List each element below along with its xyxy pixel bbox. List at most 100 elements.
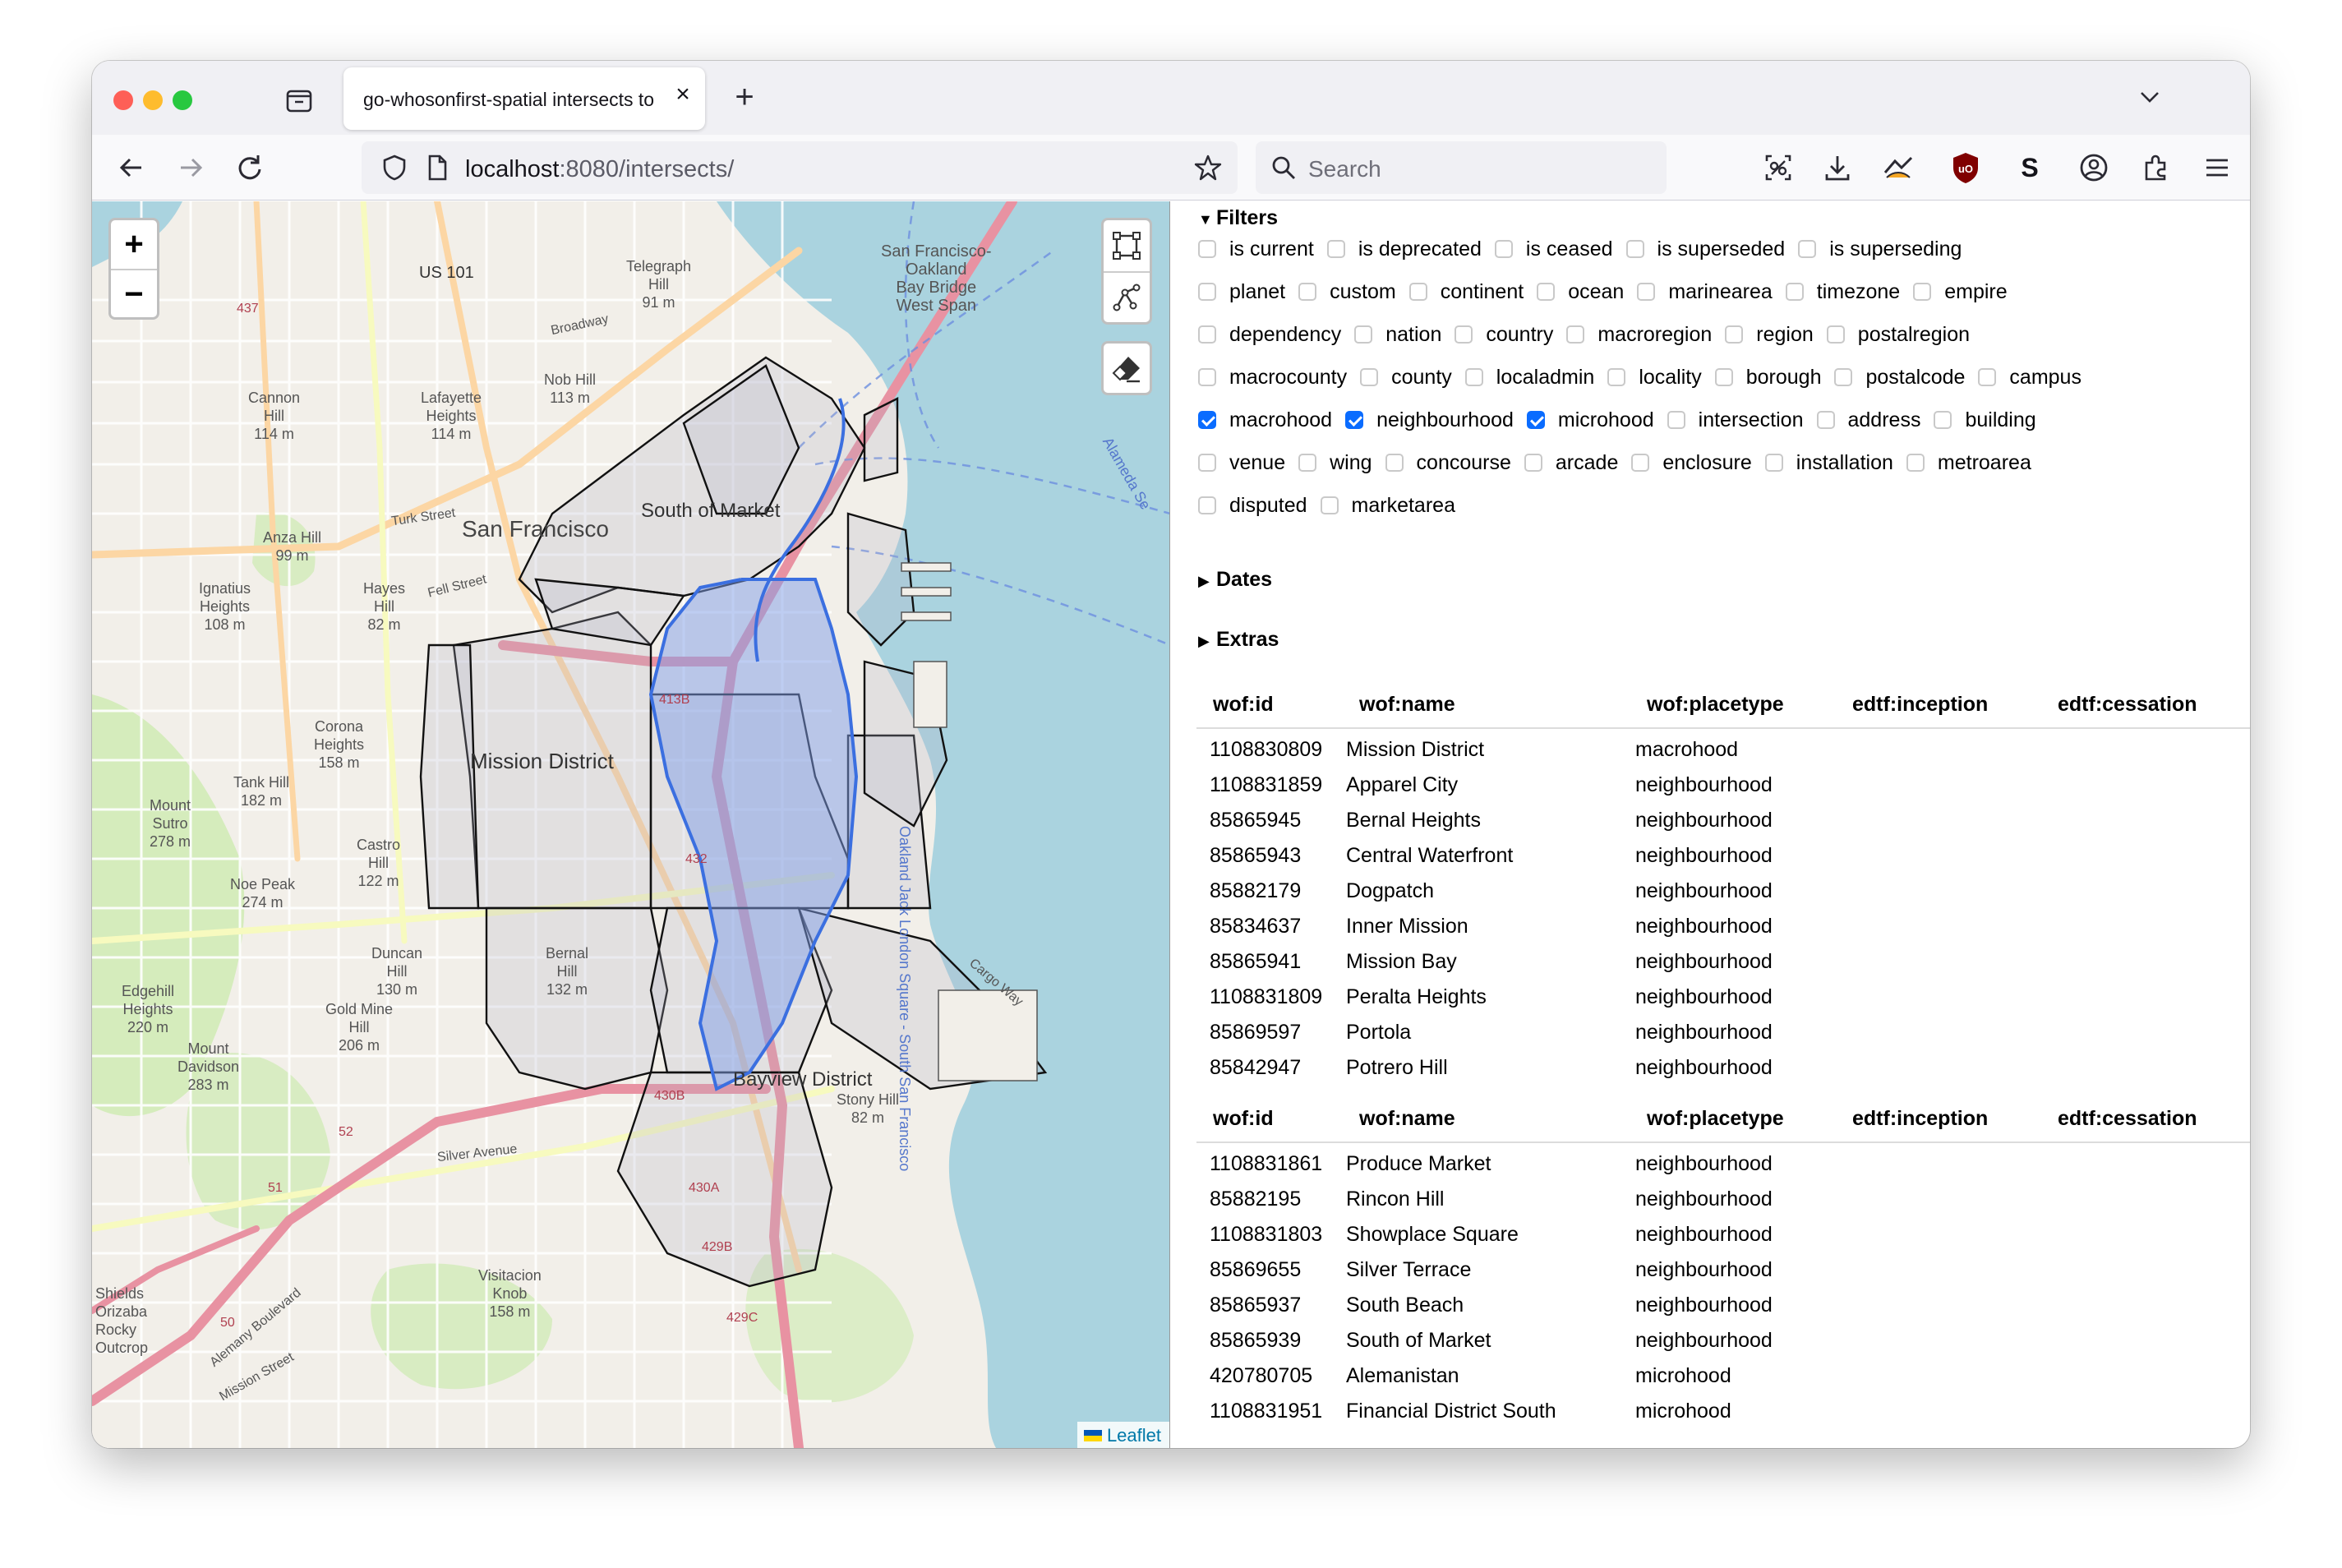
checkbox-box[interactable]	[1354, 325, 1373, 344]
bookmark-star-icon[interactable]	[1193, 153, 1223, 182]
checkbox-box[interactable]	[1714, 368, 1733, 386]
checkbox-box[interactable]	[1198, 411, 1216, 429]
checkbox-box[interactable]	[1198, 325, 1216, 344]
checkbox-label[interactable]: concourse	[1417, 451, 1511, 475]
filter-neighbourhood-checkbox[interactable]: neighbourhood	[1345, 408, 1514, 432]
table-row[interactable]: 85869597 Portola neighbourhood	[1196, 1014, 2250, 1049]
filter-postalregion-checkbox[interactable]: postalregion	[1826, 323, 1970, 347]
filter-installation-checkbox[interactable]: installation	[1764, 451, 1893, 475]
checkbox-box[interactable]	[1566, 325, 1585, 344]
checkbox-box[interactable]	[1725, 325, 1744, 344]
table-row[interactable]: 85882195 Rincon Hill neighbourhood	[1196, 1181, 2250, 1216]
table-row[interactable]: 85865943 Central Waterfront neighbourhood	[1196, 837, 2250, 873]
new-tab-button[interactable]: +	[728, 81, 761, 113]
table-row[interactable]: 85882179 Dogpatch neighbourhood	[1196, 873, 2250, 908]
checkbox-label[interactable]: disputed	[1229, 494, 1307, 518]
filter-macrohood-checkbox[interactable]: macrohood	[1198, 408, 1332, 432]
filter-concourse-checkbox[interactable]: concourse	[1385, 451, 1511, 475]
filter-locality-checkbox[interactable]: locality	[1607, 366, 1702, 390]
checkbox-box[interactable]	[1764, 454, 1783, 472]
checkbox-box[interactable]	[1360, 368, 1379, 386]
column-header[interactable]: wof:id	[1213, 1107, 1274, 1131]
filter-localadmin-checkbox[interactable]: localadmin	[1464, 366, 1595, 390]
checkbox-label[interactable]: timezone	[1817, 280, 1900, 304]
table-row[interactable]: 85842947 Potrero Hill neighbourhood	[1196, 1049, 2250, 1085]
column-header[interactable]: edtf:inception	[1852, 1107, 1988, 1131]
checkbox-box[interactable]	[1913, 283, 1932, 301]
checkbox-label[interactable]: continent	[1441, 280, 1524, 304]
checkbox-box[interactable]	[1345, 411, 1364, 429]
checkbox-label[interactable]: locality	[1639, 366, 1701, 390]
checkbox-label[interactable]: is deprecated	[1358, 238, 1482, 261]
checkbox-box[interactable]	[1524, 454, 1542, 472]
checkbox-label[interactable]: installation	[1796, 451, 1893, 475]
checkbox-box[interactable]	[1978, 368, 1997, 386]
tab-close-icon[interactable]: ×	[671, 82, 695, 107]
checkbox-box[interactable]	[1408, 283, 1427, 301]
checkbox-box[interactable]	[1198, 454, 1216, 472]
checkbox-box[interactable]	[1298, 283, 1317, 301]
filter-nation-checkbox[interactable]: nation	[1354, 323, 1441, 347]
hamburger-menu-icon[interactable]	[2199, 150, 2235, 186]
filter-disputed-checkbox[interactable]: disputed	[1198, 494, 1307, 518]
filter-marinearea-checkbox[interactable]: marinearea	[1637, 280, 1773, 304]
checkbox-label[interactable]: postalregion	[1858, 323, 1970, 347]
checkbox-label[interactable]: is superseded	[1657, 238, 1786, 261]
checkbox-label[interactable]: region	[1756, 323, 1814, 347]
column-header[interactable]: wof:placetype	[1647, 693, 1784, 717]
checkbox-label[interactable]: macrohood	[1229, 408, 1332, 432]
checkbox-box[interactable]	[1326, 240, 1345, 258]
checkbox-box[interactable]	[1526, 411, 1545, 429]
checkbox-label[interactable]: postalcode	[1865, 366, 1965, 390]
screenshot-icon[interactable]	[1760, 150, 1796, 186]
column-header[interactable]: edtf:inception	[1852, 693, 1988, 717]
table-row[interactable]: 1108831809 Peralta Heights neighbourhood	[1196, 979, 2250, 1014]
checkbox-label[interactable]: arcade	[1556, 451, 1618, 475]
filter-venue-checkbox[interactable]: venue	[1198, 451, 1285, 475]
checkbox-label[interactable]: is superseding	[1829, 238, 1962, 261]
filter-continent-checkbox[interactable]: continent	[1408, 280, 1524, 304]
filter-enclosure-checkbox[interactable]: enclosure	[1631, 451, 1752, 475]
eraser-icon[interactable]	[1101, 341, 1152, 395]
table-row[interactable]: 85834637 Inner Mission neighbourhood	[1196, 908, 2250, 943]
column-header[interactable]: wof:placetype	[1647, 1107, 1784, 1131]
filter-intersection-checkbox[interactable]: intersection	[1667, 408, 1804, 432]
column-header[interactable]: wof:name	[1359, 693, 1455, 717]
filter-wing-checkbox[interactable]: wing	[1298, 451, 1372, 475]
filter-metroarea-checkbox[interactable]: metroarea	[1906, 451, 2031, 475]
filter-empire-checkbox[interactable]: empire	[1913, 280, 2008, 304]
filter-is-deprecated-checkbox[interactable]: is deprecated	[1326, 238, 1482, 261]
filter-is-ceased-checkbox[interactable]: is ceased	[1494, 238, 1613, 261]
account-icon[interactable]	[2076, 150, 2112, 186]
filter-macroregion-checkbox[interactable]: macroregion	[1566, 323, 1712, 347]
extension-wof-icon[interactable]	[1880, 150, 1916, 186]
map[interactable]: San Francisco South of Market Mission Di…	[92, 201, 1170, 1448]
filter-macrocounty-checkbox[interactable]: macrocounty	[1198, 366, 1347, 390]
checkbox-label[interactable]: address	[1848, 408, 1921, 432]
table-row[interactable]: 420780705 Alemanistan microhood	[1196, 1358, 2250, 1393]
checkbox-label[interactable]: campus	[2009, 366, 2082, 390]
checkbox-label[interactable]: country	[1486, 323, 1553, 347]
checkbox-label[interactable]: macrocounty	[1229, 366, 1347, 390]
filter-arcade-checkbox[interactable]: arcade	[1524, 451, 1618, 475]
checkbox-label[interactable]: borough	[1746, 366, 1822, 390]
table-row[interactable]: 1108831803 Showplace Square neighbourhood	[1196, 1216, 2250, 1252]
checkbox-label[interactable]: is current	[1229, 238, 1314, 261]
checkbox-box[interactable]	[1816, 411, 1835, 429]
checkbox-box[interactable]	[1607, 368, 1626, 386]
checkbox-box[interactable]	[1455, 325, 1473, 344]
checkbox-label[interactable]: enclosure	[1662, 451, 1751, 475]
filters-summary[interactable]: ▼ Filters	[1198, 206, 1278, 230]
column-header[interactable]: wof:id	[1213, 693, 1274, 717]
filter-borough-checkbox[interactable]: borough	[1714, 366, 1822, 390]
filter-dependency-checkbox[interactable]: dependency	[1198, 323, 1341, 347]
chevron-down-icon[interactable]	[2135, 82, 2165, 112]
table-row[interactable]: 85865941 Mission Bay neighbourhood	[1196, 943, 2250, 979]
zoom-in-button[interactable]: +	[111, 220, 157, 269]
filter-timezone-checkbox[interactable]: timezone	[1785, 280, 1900, 304]
checkbox-label[interactable]: ocean	[1568, 280, 1624, 304]
draw-polyline-icon[interactable]	[1104, 271, 1150, 322]
checkbox-label[interactable]: localadmin	[1496, 366, 1595, 390]
checkbox-box[interactable]	[1834, 368, 1853, 386]
checkbox-box[interactable]	[1198, 368, 1216, 386]
